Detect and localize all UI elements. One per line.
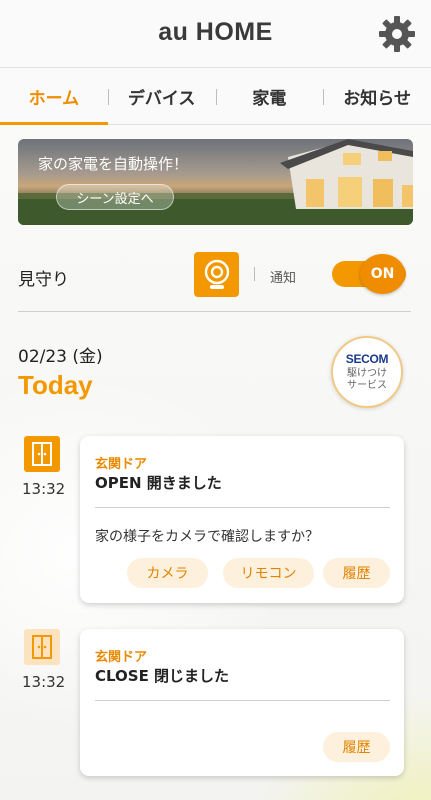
divider bbox=[254, 267, 255, 281]
camera-icon[interactable] bbox=[194, 252, 239, 297]
event-status: OPEN 開きました bbox=[95, 474, 222, 492]
today-label: Today bbox=[18, 370, 93, 400]
app-title: au HOME bbox=[158, 18, 273, 46]
notify-label: 通知 bbox=[270, 271, 297, 286]
banner-title: 家の家電を自動操作！ bbox=[38, 155, 189, 173]
timeline-date: 02/23 (金) bbox=[18, 347, 103, 367]
camera-button[interactable]: カメラ bbox=[127, 558, 208, 588]
card-divider bbox=[95, 507, 390, 508]
app-header: au HOME bbox=[0, 0, 431, 68]
house-illustration bbox=[18, 139, 413, 225]
secom-logo: SECOM bbox=[345, 352, 389, 366]
tab-notices[interactable]: お知らせ bbox=[323, 68, 431, 124]
card-divider bbox=[95, 700, 390, 701]
history-button[interactable]: 履歴 bbox=[323, 732, 390, 762]
watch-row: 見守り 通知 ON bbox=[18, 250, 413, 300]
event-card: 玄関ドア OPEN 開きました 家の様子をカメラで確認しますか？ カメラ リモコ… bbox=[80, 436, 404, 603]
watch-label: 見守り bbox=[18, 270, 69, 290]
remote-button[interactable]: リモコン bbox=[223, 558, 314, 588]
secom-service-button[interactable]: SECOM 駆けつけ サービス bbox=[331, 336, 403, 408]
event-card: 玄関ドア CLOSE 閉じました 履歴 bbox=[80, 629, 404, 776]
event-time: 13:32 bbox=[22, 480, 66, 498]
notify-toggle-knob[interactable]: ON bbox=[360, 254, 405, 294]
tab-devices[interactable]: デバイス bbox=[107, 68, 216, 124]
event-status: CLOSE 閉じました bbox=[95, 667, 230, 685]
section-divider bbox=[18, 311, 411, 312]
promo-banner[interactable]: 家の家電を自動操作！ シーン設定へ bbox=[18, 139, 413, 225]
tab-bar: ホーム デバイス 家電 お知らせ bbox=[0, 68, 431, 125]
history-button[interactable]: 履歴 bbox=[323, 558, 390, 588]
door-open-icon bbox=[24, 436, 60, 472]
tab-home[interactable]: ホーム bbox=[0, 68, 108, 125]
tab-appliances[interactable]: 家電 bbox=[215, 68, 324, 124]
scene-settings-button[interactable]: シーン設定へ bbox=[56, 184, 174, 210]
secom-text-line2: サービス bbox=[347, 380, 387, 391]
gear-icon[interactable] bbox=[377, 14, 417, 54]
event-time: 13:32 bbox=[22, 673, 66, 691]
secom-text-line1: 駆けつけ bbox=[347, 368, 387, 379]
door-closed-icon bbox=[24, 629, 60, 665]
event-question: 家の様子をカメラで確認しますか？ bbox=[95, 529, 319, 545]
event-source: 玄関ドア bbox=[95, 650, 148, 665]
event-source: 玄関ドア bbox=[95, 457, 148, 472]
